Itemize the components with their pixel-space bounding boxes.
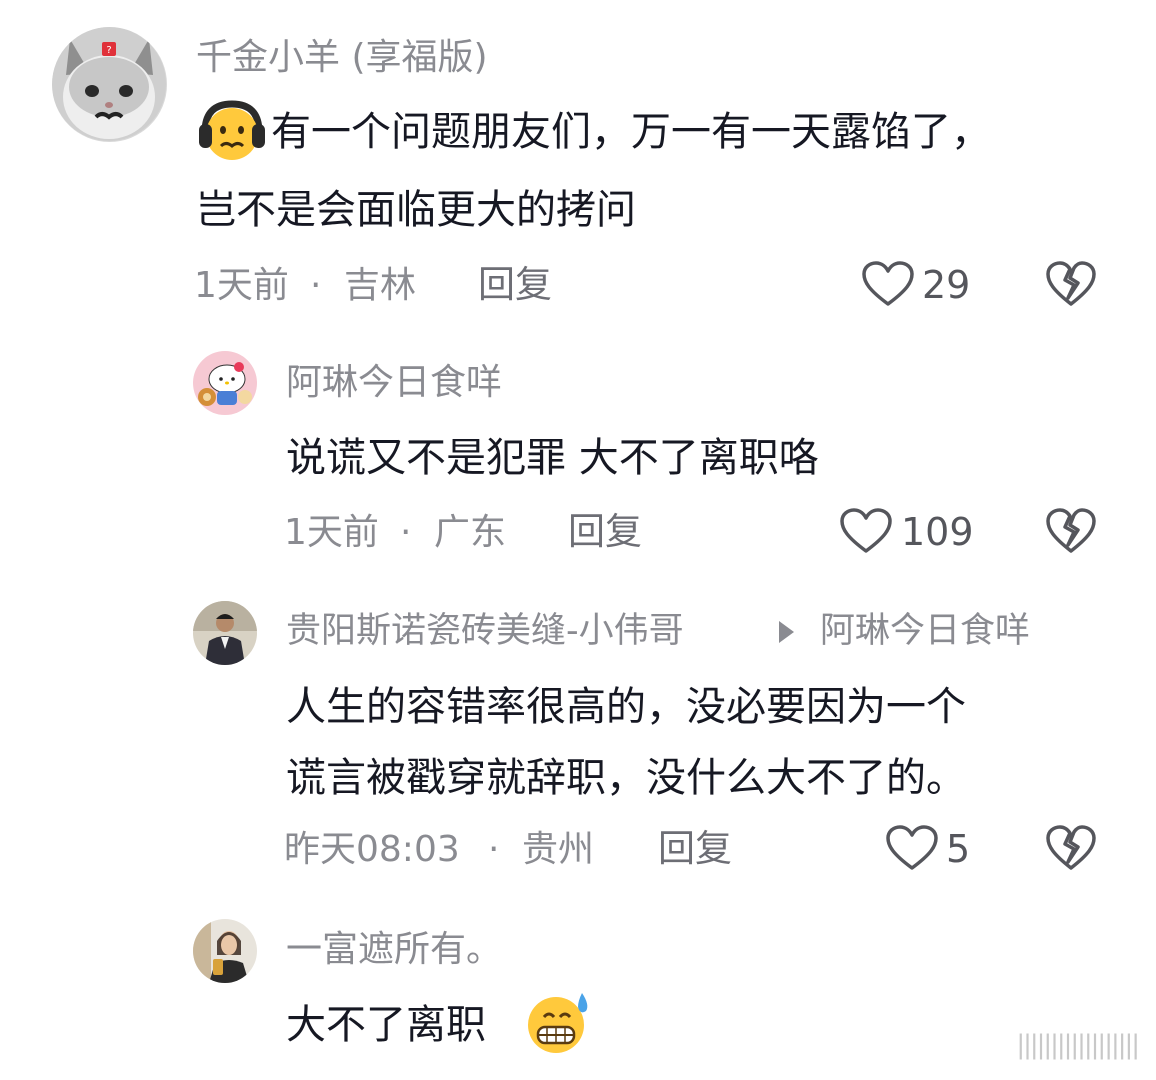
comment-text: 说谎又不是犯罪 大不了离职咯 bbox=[286, 435, 819, 481]
comment-username[interactable]: 一富遮所有。 bbox=[286, 932, 502, 968]
comment-time: 昨天08:03 bbox=[284, 829, 460, 870]
comment-text: 人生的容错率很高的，没必要因为一个 bbox=[286, 684, 966, 730]
comment-username[interactable]: 千金小羊 (享福版) bbox=[196, 40, 488, 76]
comment-location: 贵州 bbox=[522, 829, 595, 870]
comment-time: 1天前 bbox=[284, 512, 379, 553]
comment-text: 谎言被戳穿就辞职，没什么大不了的。 bbox=[286, 755, 966, 801]
like-count: 109 bbox=[901, 510, 974, 554]
reply-button[interactable]: 回复 bbox=[478, 266, 552, 303]
comment-location: 广东 bbox=[434, 512, 507, 553]
reply-arrow-icon bbox=[779, 621, 794, 643]
reply-button[interactable]: 回复 bbox=[568, 513, 642, 550]
comment-text: 大不了离职 bbox=[286, 1002, 486, 1048]
comment-time: 1天前 bbox=[194, 265, 289, 306]
reply-button[interactable]: 回复 bbox=[658, 830, 732, 867]
comment-text: 岂不是会面临更大的拷问 bbox=[196, 187, 636, 233]
headphones-grimace-emoji bbox=[197, 100, 267, 162]
meta-separator: · bbox=[488, 829, 500, 870]
broken-heart-icon[interactable] bbox=[1045, 507, 1097, 555]
hello-kitty-avatar[interactable] bbox=[193, 351, 257, 415]
like-count: 5 bbox=[946, 827, 971, 871]
like-count: 29 bbox=[922, 263, 971, 307]
watermark: |||||||||||||||||| bbox=[1016, 1030, 1140, 1060]
comment-username[interactable]: 阿琳今日食咩 bbox=[286, 365, 502, 401]
reply-to-username[interactable]: 阿琳今日食咩 bbox=[820, 614, 1030, 649]
comment-text: 有一个问题朋友们，万一有一天露馅了， bbox=[271, 109, 991, 155]
meta-separator: · bbox=[400, 512, 412, 553]
heart-icon[interactable] bbox=[839, 507, 893, 555]
svg-text:?: ? bbox=[106, 45, 111, 56]
grin-sweat-emoji bbox=[522, 989, 594, 1055]
comment-location: 吉林 bbox=[344, 265, 417, 306]
man-photo-avatar[interactable] bbox=[193, 601, 257, 665]
kitten-avatar[interactable]: ? bbox=[52, 27, 167, 142]
heart-icon[interactable] bbox=[861, 260, 915, 308]
woman-selfie-avatar[interactable] bbox=[193, 919, 257, 983]
heart-icon[interactable] bbox=[885, 824, 939, 872]
broken-heart-icon[interactable] bbox=[1045, 824, 1097, 872]
broken-heart-icon[interactable] bbox=[1045, 260, 1097, 308]
meta-separator: · bbox=[310, 265, 322, 306]
comment-username[interactable]: 贵阳斯诺瓷砖美缝-小伟哥 bbox=[286, 614, 684, 649]
